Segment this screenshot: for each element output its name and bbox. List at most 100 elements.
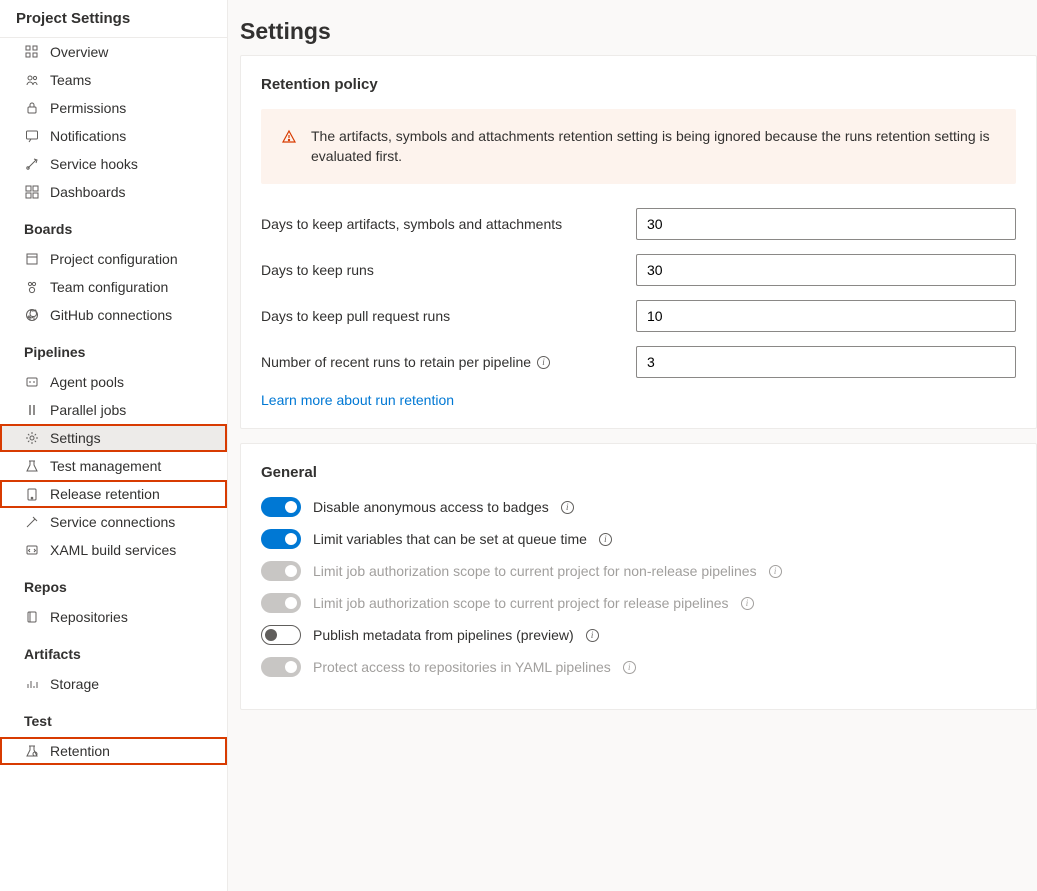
- toggle-row: Limit job authorization scope to current…: [261, 561, 1016, 581]
- retention-header: Retention policy: [261, 76, 1016, 93]
- config-icon: [24, 251, 40, 267]
- sidebar-item-agent-pools[interactable]: Agent pools: [0, 368, 227, 396]
- sidebar-item-storage[interactable]: Storage: [0, 670, 227, 698]
- sidebar-item-parallel-jobs[interactable]: Parallel jobs: [0, 396, 227, 424]
- toggle-switch[interactable]: [261, 529, 301, 549]
- nav-group-title: Pipelines: [0, 329, 227, 368]
- sidebar-item-label: Retention: [50, 743, 110, 759]
- sidebar-item-label: Service connections: [50, 514, 175, 530]
- warning-text: The artifacts, symbols and attachments r…: [311, 127, 996, 166]
- warning-icon: [281, 129, 297, 166]
- sidebar-item-xaml-build-services[interactable]: XAML build services: [0, 536, 227, 564]
- sidebar-item-label: XAML build services: [50, 542, 176, 558]
- sidebar-item-label: Agent pools: [50, 374, 124, 390]
- general-header: General: [261, 464, 1016, 481]
- toggle-label: Protect access to repositories in YAML p…: [313, 659, 611, 675]
- retention-input[interactable]: [636, 254, 1016, 286]
- retention-label: Days to keep pull request runs: [261, 308, 450, 324]
- sidebar-item-release-retention[interactable]: Release retention2: [0, 480, 227, 508]
- sidebar-item-permissions[interactable]: Permissions: [0, 94, 227, 122]
- main-content: Settings Retention policy The artifacts,…: [228, 0, 1037, 891]
- retention-row: Days to keep pull request runs: [261, 300, 1016, 332]
- retention-row: Days to keep runs: [261, 254, 1016, 286]
- toggle-switch: [261, 657, 301, 677]
- toggle-label: Limit job authorization scope to current…: [313, 595, 729, 611]
- retention-input[interactable]: [636, 208, 1016, 240]
- info-icon[interactable]: i: [599, 533, 612, 546]
- retention-row: Days to keep artifacts, symbols and atta…: [261, 208, 1016, 240]
- sidebar-item-project-configuration[interactable]: Project configuration: [0, 245, 227, 273]
- storage-icon: [24, 676, 40, 692]
- release-icon: [24, 486, 40, 502]
- sidebar-item-label: Service hooks: [50, 156, 138, 172]
- sidebar-item-label: Permissions: [50, 100, 126, 116]
- sidebar-item-label: Release retention: [50, 486, 160, 502]
- toggle-row: Publish metadata from pipelines (preview…: [261, 625, 1016, 645]
- toggle-row: Protect access to repositories in YAML p…: [261, 657, 1016, 677]
- sidebar-item-label: Project configuration: [50, 251, 178, 267]
- sidebar-item-label: Test management: [50, 458, 161, 474]
- sidebar-item-overview[interactable]: Overview: [0, 38, 227, 66]
- retain-icon: [24, 743, 40, 759]
- sidebar-item-teams[interactable]: Teams: [0, 66, 227, 94]
- sidebar-item-repositories[interactable]: Repositories: [0, 603, 227, 631]
- toggle-row: Disable anonymous access to badgesi: [261, 497, 1016, 517]
- retention-label: Days to keep runs: [261, 262, 374, 278]
- plug-icon: [24, 514, 40, 530]
- toggle-label: Publish metadata from pipelines (preview…: [313, 627, 574, 643]
- nav-group-title: Repos: [0, 564, 227, 603]
- retention-label: Days to keep artifacts, symbols and atta…: [261, 216, 562, 232]
- sidebar-item-label: Dashboards: [50, 184, 126, 200]
- toggle-label: Limit variables that can be set at queue…: [313, 531, 587, 547]
- github-icon: [24, 307, 40, 323]
- nav-group-title: Artifacts: [0, 631, 227, 670]
- sidebar-item-label: Team configuration: [50, 279, 168, 295]
- toggle-switch[interactable]: [261, 497, 301, 517]
- teamconf-icon: [24, 279, 40, 295]
- sidebar-item-label: Overview: [50, 44, 108, 60]
- sidebar-item-test-management[interactable]: Test management: [0, 452, 227, 480]
- retention-label: Number of recent runs to retain per pipe…: [261, 354, 531, 370]
- hook-icon: [24, 156, 40, 172]
- teams-icon: [24, 72, 40, 88]
- sidebar: Project Settings Overview Teams Permission…: [0, 0, 228, 891]
- toggle-switch: [261, 593, 301, 613]
- sidebar-item-notifications[interactable]: Notifications: [0, 122, 227, 150]
- sidebar-item-settings[interactable]: Settings1: [0, 424, 227, 452]
- xaml-icon: [24, 542, 40, 558]
- sidebar-item-github-connections[interactable]: GitHub connections: [0, 301, 227, 329]
- sidebar-item-dashboards[interactable]: Dashboards: [0, 178, 227, 206]
- retention-input[interactable]: [636, 300, 1016, 332]
- learn-more-link[interactable]: Learn more about run retention: [261, 392, 454, 408]
- retention-card: Retention policy The artifacts, symbols …: [240, 55, 1037, 429]
- toggle-switch: [261, 561, 301, 581]
- nav-group-title: Test: [0, 698, 227, 737]
- sidebar-item-label: Parallel jobs: [50, 402, 126, 418]
- general-card: General Disable anonymous access to badg…: [240, 443, 1037, 710]
- info-icon: i: [769, 565, 782, 578]
- sidebar-item-label: Notifications: [50, 128, 126, 144]
- grid-icon: [24, 44, 40, 60]
- info-icon[interactable]: i: [537, 356, 550, 369]
- sidebar-item-team-configuration[interactable]: Team configuration: [0, 273, 227, 301]
- chat-icon: [24, 128, 40, 144]
- lock-icon: [24, 100, 40, 116]
- sidebar-item-retention[interactable]: Retention3: [0, 737, 227, 765]
- toggle-switch[interactable]: [261, 625, 301, 645]
- info-icon[interactable]: i: [586, 629, 599, 642]
- sidebar-title: Project Settings: [0, 6, 227, 38]
- sidebar-item-service-connections[interactable]: Service connections: [0, 508, 227, 536]
- retention-input[interactable]: [636, 346, 1016, 378]
- beaker-icon: [24, 458, 40, 474]
- repo-icon: [24, 609, 40, 625]
- info-icon: i: [623, 661, 636, 674]
- toggle-row: Limit job authorization scope to current…: [261, 593, 1016, 613]
- nav-group-title: Boards: [0, 206, 227, 245]
- dashboard-icon: [24, 184, 40, 200]
- page-title: Settings: [240, 12, 1037, 55]
- sidebar-item-service-hooks[interactable]: Service hooks: [0, 150, 227, 178]
- agents-icon: [24, 374, 40, 390]
- retention-row: Number of recent runs to retain per pipe…: [261, 346, 1016, 378]
- info-icon[interactable]: i: [561, 501, 574, 514]
- sidebar-item-label: Teams: [50, 72, 91, 88]
